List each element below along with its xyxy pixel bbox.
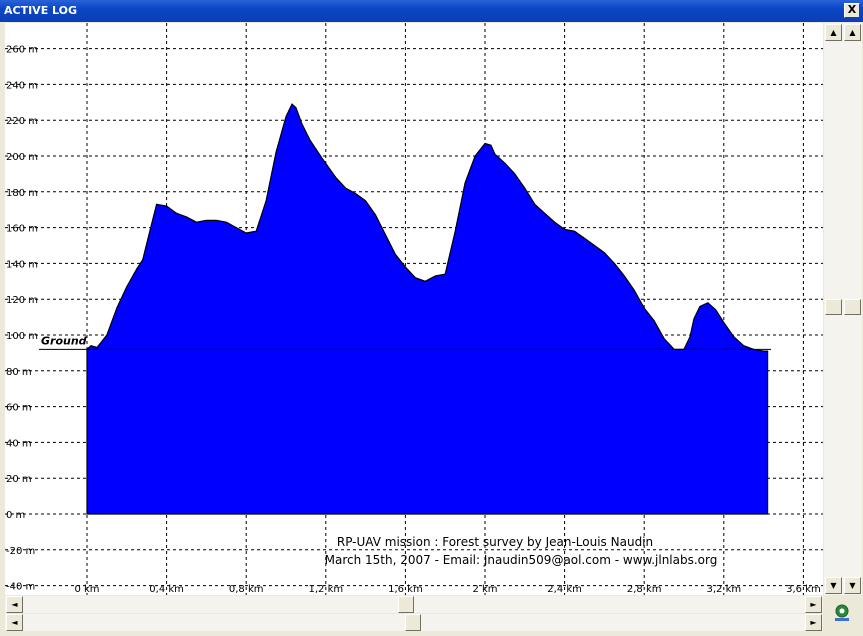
x-tick-label: 2,8 km bbox=[627, 584, 662, 595]
up-arrow-icon: ▲ bbox=[830, 28, 837, 37]
y-tick-label: 0 m bbox=[6, 510, 25, 521]
annotation-credits: March 15th, 2007 - Email: Jnaudin509@aol… bbox=[325, 553, 718, 567]
y-tick-label: 120 m bbox=[6, 295, 38, 306]
map-pin-icon[interactable] bbox=[831, 602, 853, 624]
annotation-mission: RP-UAV mission : Forest survey by Jean-L… bbox=[337, 535, 653, 549]
x-tick-label: 0 km bbox=[74, 584, 99, 595]
x-tick-label: 1,2 km bbox=[308, 584, 343, 595]
right-arrow-icon-2: ► bbox=[810, 618, 817, 627]
y-tick-label: 180 m bbox=[6, 188, 38, 199]
y-tick-label: 40 m bbox=[6, 438, 32, 449]
vertical-scroll-thumb[interactable] bbox=[825, 299, 842, 315]
down-arrow-icon: ▼ bbox=[830, 581, 837, 590]
horizontal-scrollbar[interactable]: ◄ ► bbox=[5, 596, 823, 613]
x-tick-label: 3,2 km bbox=[706, 584, 741, 595]
horizontal-scroll-thumb-2[interactable] bbox=[405, 614, 421, 631]
x-tick-label: 1,6 km bbox=[388, 584, 423, 595]
scroll-left-button-2[interactable]: ◄ bbox=[6, 614, 23, 631]
y-tick-label: 80 m bbox=[6, 367, 32, 378]
x-tick-label: 2 km bbox=[472, 584, 497, 595]
vertical-scroll-thumb-2[interactable] bbox=[844, 299, 861, 315]
y-tick-label: 220 m bbox=[6, 116, 38, 127]
left-arrow-icon-2: ◄ bbox=[11, 618, 18, 627]
y-tick-label: 260 m bbox=[6, 45, 38, 56]
scroll-down-button-2[interactable]: ▼ bbox=[844, 577, 861, 594]
y-tick-label: 20 m bbox=[6, 474, 32, 485]
y-tick-label: 240 m bbox=[6, 80, 38, 91]
scroll-left-button[interactable]: ◄ bbox=[6, 596, 23, 613]
up-arrow-icon-2: ▲ bbox=[849, 28, 856, 37]
down-arrow-icon-2: ▼ bbox=[849, 581, 856, 590]
y-tick-label: 160 m bbox=[6, 224, 38, 235]
altitude-area bbox=[86, 103, 769, 515]
scroll-down-button[interactable]: ▼ bbox=[825, 577, 842, 594]
altitude-chart-svg: 0 km 0,4 km 0,8 km 1,2 km 1,6 km 2 km 2,4 km 2,… bbox=[5, 23, 823, 595]
horizontal-scrollbar-2[interactable]: ◄ ► bbox=[5, 614, 823, 631]
x-tick-label: 0,8 km bbox=[229, 584, 264, 595]
y-tick-label: -40 m bbox=[6, 582, 35, 593]
x-tick-label: 3,6 km bbox=[786, 584, 821, 595]
active-log-window: ACTIVE LOG X 0 km 0,4 km 0,8 km 1,2 km 1,6 k… bbox=[0, 0, 863, 636]
window-title: ACTIVE LOG bbox=[4, 4, 78, 17]
y-tick-label: -20 m bbox=[6, 546, 35, 557]
scroll-up-button[interactable]: ▲ bbox=[825, 24, 842, 41]
vertical-scrollbars: ▲ ▼ ▲ ▼ bbox=[824, 23, 862, 595]
y-tick-label: 200 m bbox=[6, 152, 38, 163]
scroll-right-button-2[interactable]: ► bbox=[805, 614, 822, 631]
y-tick-label: 60 m bbox=[6, 403, 32, 414]
close-button[interactable]: X bbox=[844, 3, 860, 18]
title-bar[interactable]: ACTIVE LOG X bbox=[0, 0, 863, 22]
horizontal-scroll-thumb[interactable] bbox=[398, 596, 414, 613]
scroll-right-button[interactable]: ► bbox=[805, 596, 822, 613]
y-tick-label: 140 m bbox=[6, 259, 38, 270]
y-tick-label: 100 m bbox=[6, 331, 38, 342]
x-tick-label: 2,4 km bbox=[547, 584, 582, 595]
left-arrow-icon: ◄ bbox=[11, 600, 18, 609]
scroll-up-button-2[interactable]: ▲ bbox=[844, 24, 861, 41]
ground-label: Ground bbox=[41, 334, 87, 347]
altitude-chart: 0 km 0,4 km 0,8 km 1,2 km 1,6 km 2 km 2,4 km 2,… bbox=[5, 23, 823, 595]
right-arrow-icon: ► bbox=[810, 600, 817, 609]
x-tick-label: 0,4 km bbox=[149, 584, 184, 595]
